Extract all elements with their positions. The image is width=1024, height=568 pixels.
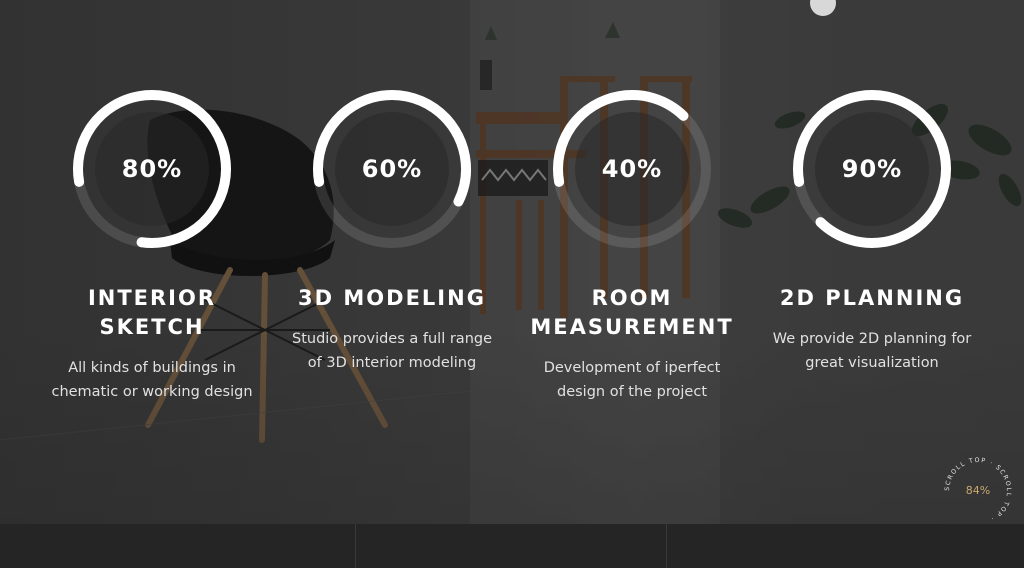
footer-bar: [0, 524, 1024, 568]
skill-description: We provide 2D planning for great visuali…: [772, 331, 972, 371]
progress-percent: 90%: [841, 155, 903, 183]
footer-divider: [666, 524, 667, 568]
skill-description: All kinds of buildings in chematic or wo…: [51, 360, 253, 400]
skill-interior-sketch: 80% INTERIOR SKETCH All kinds of buildin…: [32, 88, 272, 404]
progress-percent: 60%: [361, 155, 423, 183]
skill-title: 2D PLANNING: [779, 286, 965, 310]
progress-percent: 40%: [601, 155, 663, 183]
skill-3d-modeling: 60% 3D MODELING Studio provides a full r…: [272, 88, 512, 375]
skill-title: INTERIOR SKETCH: [87, 286, 217, 339]
progress-percent: 80%: [121, 155, 183, 183]
skill-room-measurement: 40% ROOM MEASUREMENT Development of iper…: [512, 88, 752, 404]
scroll-progress-value: 84%: [965, 484, 991, 497]
skill-title: ROOM MEASUREMENT: [530, 286, 734, 339]
progress-ring: 90%: [791, 88, 953, 250]
skill-description: Development of iperfect design of the pr…: [543, 360, 721, 400]
skill-title: 3D MODELING: [298, 286, 486, 310]
progress-ring: 60%: [311, 88, 473, 250]
skill-2d-planning: 90% 2D PLANNING We provide 2D planning f…: [752, 88, 992, 375]
progress-ring: 40%: [551, 88, 713, 250]
scroll-top-button[interactable]: SCROLL TOP · SCROLL TOP · 84%: [940, 453, 1016, 529]
footer-divider: [355, 524, 356, 568]
skill-description: Studio provides a full range of 3D inter…: [291, 331, 493, 371]
progress-ring: 80%: [71, 88, 233, 250]
